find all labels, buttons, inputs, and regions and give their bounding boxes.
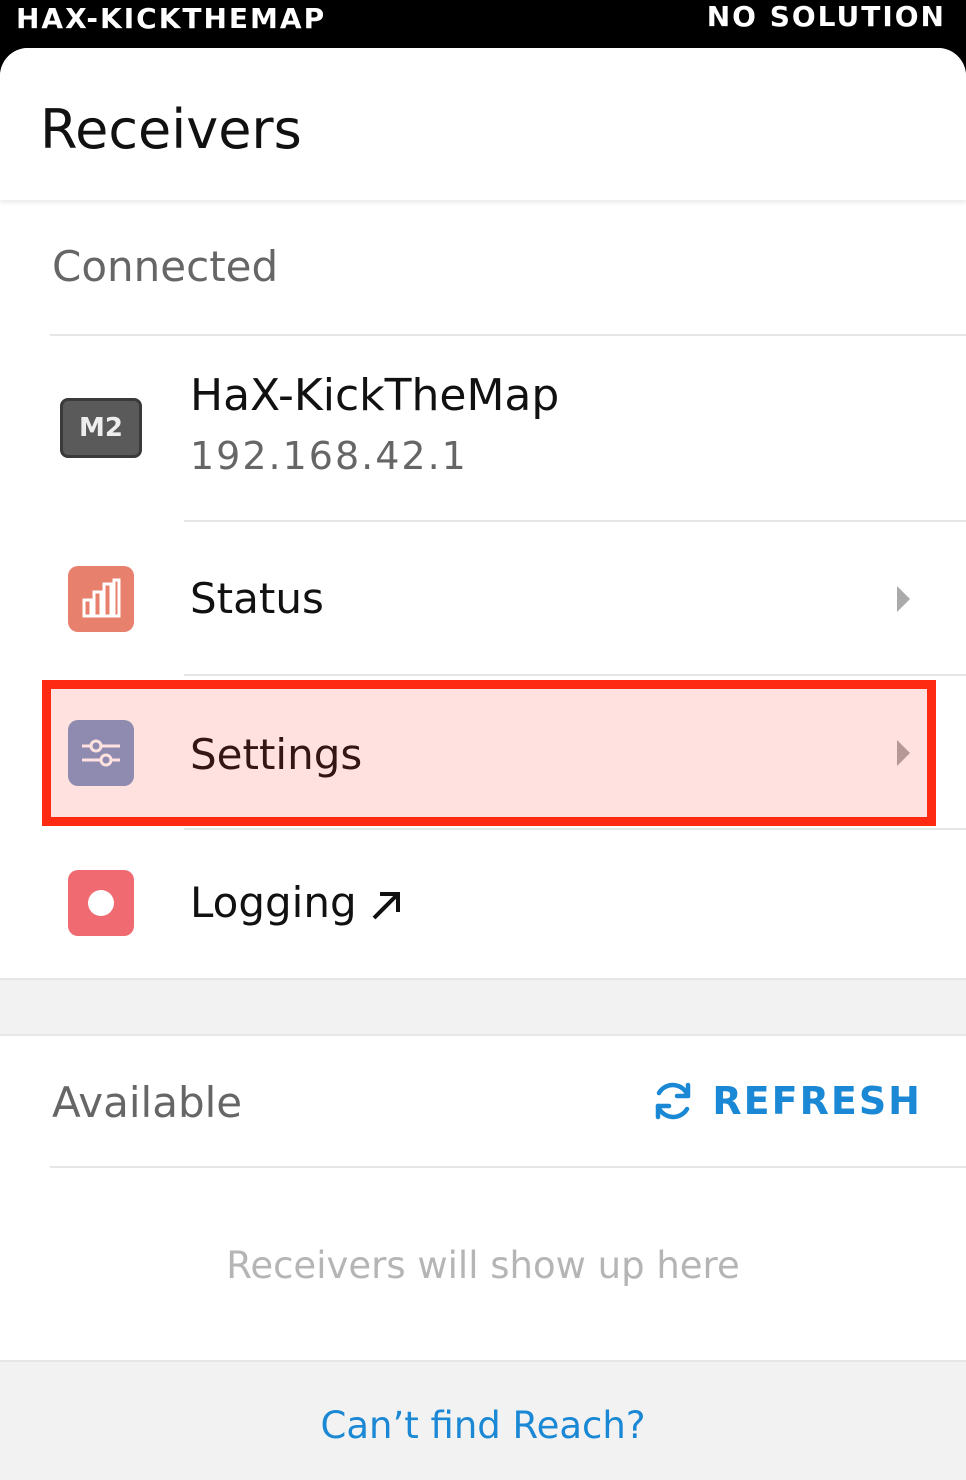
settings-label: Settings: [190, 730, 363, 779]
connected-section-label: Connected: [52, 242, 279, 291]
divider: [184, 520, 966, 522]
receivers-sheet: Receivers Connected M2 HaX-KickTheMap 19…: [0, 48, 966, 1480]
sliders-icon: [68, 720, 134, 786]
refresh-icon: [656, 1082, 691, 1120]
record-icon: [68, 870, 134, 936]
receiver-name-status: HAX-KICKTHEMAP: [16, 2, 327, 35]
refresh-label: REFRESH: [712, 1079, 922, 1123]
divider: [184, 674, 966, 676]
divider: [50, 334, 966, 336]
solution-status: NO SOLUTION: [706, 0, 946, 33]
device-name: HaX-KickTheMap: [190, 370, 560, 421]
status-row[interactable]: Status: [0, 524, 966, 674]
divider: [50, 1166, 966, 1168]
section-gap: [0, 978, 966, 1036]
status-bar: HAX-KICKTHEMAP NO SOLUTION: [0, 0, 966, 48]
available-section-label: Available: [52, 1078, 243, 1127]
refresh-button[interactable]: REFRESH: [650, 1078, 922, 1124]
logging-label: Logging: [190, 878, 357, 927]
device-badge-label: M2: [79, 413, 123, 443]
footer: Can’t find Reach?: [0, 1360, 966, 1480]
empty-state-text: Receivers will show up here: [226, 1244, 740, 1287]
arrow-up-right-icon: [372, 892, 400, 920]
cant-find-reach-link[interactable]: Can’t find Reach?: [0, 1404, 966, 1447]
m2-receiver-icon: M2: [60, 398, 142, 458]
bar-chart-icon: [68, 566, 134, 632]
device-ip: 192.168.42.1: [190, 434, 468, 478]
settings-row[interactable]: Settings: [0, 678, 966, 828]
chevron-right-icon: [897, 586, 910, 612]
page-header: Receivers: [0, 48, 966, 200]
chevron-right-icon: [897, 740, 910, 766]
logging-row[interactable]: Logging: [0, 830, 966, 980]
page-title: Receivers: [40, 98, 302, 161]
status-label: Status: [190, 574, 324, 623]
